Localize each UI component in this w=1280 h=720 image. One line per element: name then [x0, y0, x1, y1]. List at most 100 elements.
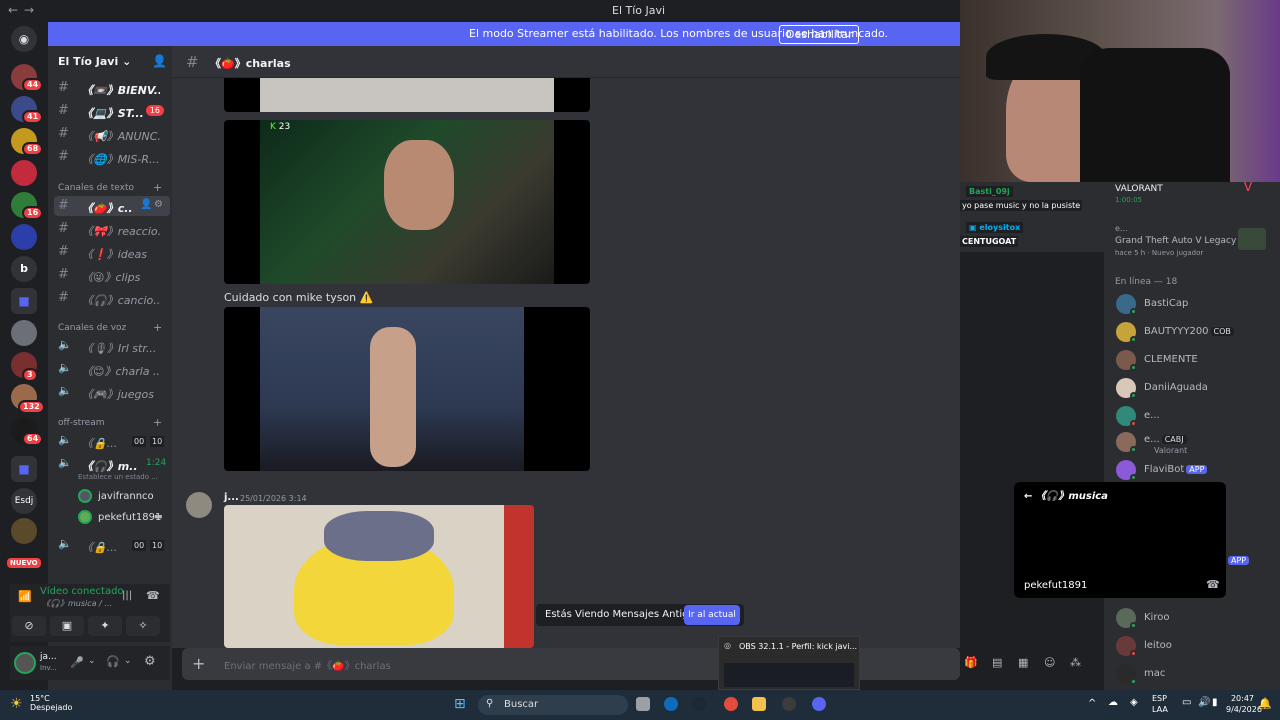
video-embed[interactable] — [224, 78, 590, 112]
voice-user[interactable]: pekefut1891 — [98, 512, 161, 523]
channel-item[interactable]: # 《💻》ST... 16 — [54, 101, 170, 121]
noise-suppression-icon[interactable]: ||| — [122, 590, 132, 601]
chat-messages: K 23 Cuidado con mike tyson ⚠️ j... 25/0… — [172, 78, 960, 648]
discord-home-icon[interactable]: ◉ — [11, 26, 37, 52]
voice-channel-item[interactable]: 🔈 《😊》charla ... — [54, 359, 170, 379]
image-embed[interactable] — [224, 505, 534, 648]
network-icon[interactable]: ▭ — [1182, 697, 1191, 708]
add-attachment-icon[interactable]: + — [192, 654, 205, 673]
gear-icon[interactable]: ⚙ — [144, 654, 156, 669]
voice-popout[interactable]: ← 《🎧》musica pekefut1891 ☎ — [1014, 482, 1226, 598]
gif-icon[interactable]: ▤ — [992, 656, 1002, 669]
weather-widget[interactable]: 15°C Despejado — [30, 694, 72, 712]
guild-name[interactable]: El Tío Javi ⌄ — [58, 55, 131, 68]
server-icon[interactable]: Esdj — [11, 488, 37, 514]
file-explorer-icon[interactable] — [752, 697, 766, 711]
disable-streamer-button[interactable]: Deshabilitar — [779, 25, 860, 44]
channel-item-selected[interactable]: # 《🍅》c... 👤 ⚙ — [54, 196, 170, 216]
user-status: Inv... — [40, 664, 57, 672]
add-channel-icon[interactable]: + — [153, 181, 162, 194]
voice-channel-item[interactable]: 🔈 《🔒... 00 10 — [54, 431, 170, 451]
disconnect-icon[interactable]: ☎ — [146, 589, 160, 602]
channel-label: 《🎧》m... — [82, 460, 138, 473]
voice-user[interactable]: javifrannco — [98, 491, 154, 502]
channel-item[interactable]: # 《❗》ideas — [54, 242, 170, 262]
speaker-icon: 🔈 — [58, 456, 72, 469]
channel-item[interactable]: # 《📼》BIENV... — [54, 78, 170, 98]
soundboard-button[interactable]: ✧ — [126, 616, 160, 636]
taskbar: ☀ 15°C Despejado ⊞ ⚲ Buscar ^ ☁ ◈ ESP LAA … — [0, 690, 1280, 720]
server-icon[interactable] — [11, 224, 37, 250]
apps-icon[interactable]: ⁂ — [1070, 656, 1081, 669]
chevron-down-icon[interactable]: ⌄ — [124, 656, 132, 666]
chevron-down-icon[interactable]: ⌄ — [88, 656, 96, 666]
gift-icon[interactable]: 🎁 — [964, 656, 978, 669]
volume-icon[interactable]: 🔊 — [1198, 697, 1210, 708]
steam-icon[interactable] — [692, 697, 706, 711]
avatar[interactable] — [186, 492, 212, 518]
member-name: BAUTYYY200 — [1144, 326, 1209, 337]
invite-icon[interactable]: 👤 — [140, 199, 152, 210]
add-channel-icon[interactable]: + — [153, 321, 162, 334]
language-indicator[interactable]: ESP LAA — [1152, 693, 1168, 715]
category-voice-channels[interactable]: Canales de voz — [58, 323, 126, 333]
channel-item[interactable]: # 《😜》clips — [54, 265, 170, 285]
category-text-channels[interactable]: Canales de texto — [58, 183, 134, 193]
screen-share-button[interactable]: ▣ — [50, 616, 84, 636]
tray-chevron-icon[interactable]: ^ — [1088, 698, 1096, 709]
voice-channel-item[interactable]: 🔈 《🔒... 00 10 — [54, 535, 170, 555]
message-input[interactable]: Enviar mensaje a #《🍅》charlas — [224, 657, 391, 672]
shirt-figure — [1080, 48, 1230, 182]
voice-channel-item[interactable]: 🔈 《🎙》Irl str... — [54, 336, 170, 356]
chrome-icon[interactable] — [724, 697, 738, 711]
task-view-icon[interactable] — [636, 697, 650, 711]
headphones-icon[interactable]: 🎧 — [106, 655, 120, 668]
server-icon[interactable]: b — [11, 256, 37, 282]
voice-channel-item[interactable]: 🔈 《🎮》juegos — [54, 382, 170, 402]
notification-icon[interactable]: 🔔 — [1258, 697, 1272, 710]
invite-people-icon[interactable]: 👤 — [152, 54, 167, 68]
sticker-icon[interactable]: ▦ — [1018, 656, 1028, 669]
server-icon[interactable] — [11, 518, 37, 544]
message-author[interactable]: j... — [224, 492, 239, 503]
server-icon[interactable] — [11, 320, 37, 346]
discord-icon[interactable] — [812, 697, 826, 711]
obs-preview-thumbnail[interactable]: ◎ OBS 32.1.1 - Perfil: kick javi... — [718, 636, 860, 690]
back-arrow-icon[interactable]: ← — [1024, 491, 1032, 502]
jump-to-present-button[interactable]: Ir al actual — [684, 605, 740, 625]
member-name: Kiroo — [1144, 612, 1170, 623]
taskbar-search[interactable]: ⚲ Buscar — [478, 695, 628, 715]
disconnect-icon[interactable]: ☎ — [1206, 578, 1220, 591]
category-off-stream[interactable]: off-stream — [58, 418, 105, 428]
battery-icon[interactable]: ▮ — [1212, 697, 1218, 708]
add-channel-icon[interactable]: + — [153, 416, 162, 429]
tray-icon[interactable]: ◈ — [1130, 697, 1138, 708]
channel-item[interactable]: # 《📢》ANUNC... — [54, 124, 170, 144]
voice-channel-item-active[interactable]: 🔈 《🎧》m... 1:24 — [54, 454, 170, 474]
gear-icon[interactable]: ⚙ — [154, 199, 163, 210]
folder-icon[interactable]: ■ — [11, 288, 37, 314]
member-name: e... — [1144, 410, 1160, 421]
server-icon[interactable] — [11, 160, 37, 186]
activities-button[interactable]: ✦ — [88, 616, 122, 636]
cloud-icon[interactable]: ☁ — [1108, 697, 1118, 708]
voice-status[interactable]: Vídeo conectado — [40, 586, 124, 597]
camera-icon: ▬ — [154, 512, 163, 522]
channel-item[interactable]: # 《🎀》reaccio... — [54, 219, 170, 239]
video-embed[interactable] — [224, 307, 590, 471]
voice-channel-name[interactable]: 《🎧》musica / ... — [42, 598, 112, 609]
channel-item[interactable]: # 《🎧》cancio... — [54, 288, 170, 308]
avatar[interactable] — [14, 652, 36, 674]
obs-icon[interactable] — [782, 697, 796, 711]
camera-off-button[interactable]: ⊘ — [12, 616, 46, 636]
folder-icon[interactable]: ■ — [11, 456, 37, 482]
video-embed[interactable]: K 23 — [224, 120, 590, 284]
clock[interactable]: 20:47 9/4/2026 — [1226, 693, 1262, 715]
windows-start-icon[interactable]: ⊞ — [454, 696, 466, 712]
channel-item[interactable]: # 《🌐》MIS-R... — [54, 147, 170, 167]
edge-icon[interactable] — [664, 697, 678, 711]
microphone-icon[interactable]: 🎤 — [70, 656, 84, 669]
weather-icon[interactable]: ☀ — [10, 696, 23, 712]
emoji-icon[interactable]: ☺ — [1044, 656, 1055, 669]
back-forward-icon[interactable]: ←→ — [8, 3, 40, 17]
